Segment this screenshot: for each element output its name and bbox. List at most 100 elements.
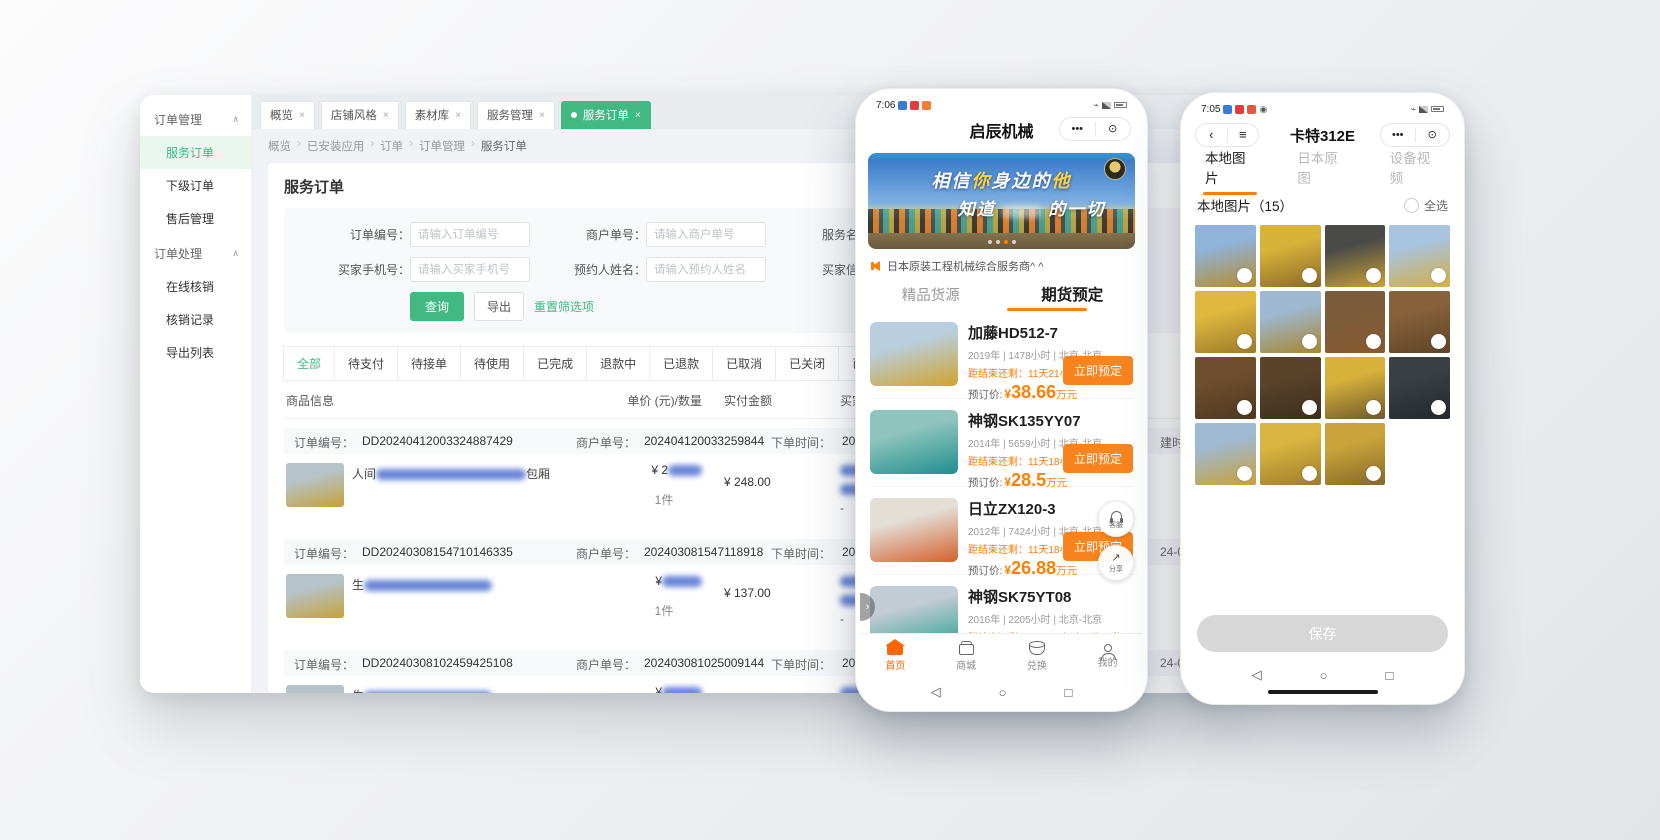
gallery-thumb[interactable] xyxy=(1389,291,1450,353)
select-circle-icon[interactable] xyxy=(1366,466,1381,481)
select-circle-icon[interactable] xyxy=(1366,334,1381,349)
gallery-thumb[interactable] xyxy=(1260,225,1321,287)
status-tab-closed[interactable]: 已关闭 xyxy=(775,346,839,381)
select-circle-icon[interactable] xyxy=(1302,466,1317,481)
tab-premium-stock[interactable]: 精品货源 xyxy=(860,284,1002,305)
status-tab-refunded[interactable]: 已退款 xyxy=(649,346,713,381)
tab-japan-originals[interactable]: 日本原图 xyxy=(1297,147,1347,191)
radio-icon[interactable] xyxy=(1404,198,1419,213)
product-card[interactable]: 加藤HD512-7 2019年 | 1478小时 | 北京-北京 距结束还剩：1… xyxy=(870,311,1133,399)
status-tab-done[interactable]: 已完成 xyxy=(523,346,587,381)
breadcrumb-item[interactable]: 订单管理 xyxy=(419,138,465,154)
exit-target-button[interactable]: ⊙ xyxy=(1416,124,1450,146)
book-now-button[interactable]: 立即预定 xyxy=(1063,444,1133,473)
tab-profile[interactable]: 我的 xyxy=(1072,643,1143,669)
gallery-thumb[interactable] xyxy=(1260,423,1321,485)
close-icon[interactable]: × xyxy=(299,110,305,121)
sidebar-group-order-mgmt[interactable]: 订单管理 ∧ xyxy=(140,101,251,136)
export-button[interactable]: 导出 xyxy=(474,292,524,321)
select-circle-icon[interactable] xyxy=(1366,268,1381,283)
tab-exchange[interactable]: 兑换 xyxy=(1002,639,1073,672)
gallery-thumb[interactable] xyxy=(1389,225,1450,287)
select-circle-icon[interactable] xyxy=(1237,466,1252,481)
select-circle-icon[interactable] xyxy=(1302,334,1317,349)
status-tab-unpaid[interactable]: 待支付 xyxy=(334,346,398,381)
exit-target-button[interactable]: ⊙ xyxy=(1096,118,1131,140)
sidebar-item-service-orders[interactable]: 服务订单 xyxy=(140,136,251,169)
status-tab-cancelled[interactable]: 已取消 xyxy=(712,346,776,381)
search-button[interactable]: 查询 xyxy=(410,292,464,321)
gallery-thumb[interactable] xyxy=(1195,225,1256,287)
gallery-thumb[interactable] xyxy=(1325,423,1386,485)
breadcrumb-item[interactable]: 概览 xyxy=(268,138,291,154)
gallery-thumb[interactable] xyxy=(1389,357,1450,419)
close-icon[interactable]: × xyxy=(539,110,545,121)
save-button[interactable]: 保存 xyxy=(1197,615,1448,652)
select-circle-icon[interactable] xyxy=(1302,268,1317,283)
tab-service-mgmt[interactable]: 服务管理× xyxy=(477,101,555,129)
booker-name-input[interactable] xyxy=(646,257,766,282)
tab-home[interactable]: 首页 xyxy=(860,639,931,672)
android-home-button[interactable]: ○ xyxy=(1320,668,1328,683)
sidebar-item-verify-records[interactable]: 核销记录 xyxy=(140,303,251,336)
hero-banner[interactable]: 相信你身边的他 知道 的一切 xyxy=(868,153,1135,249)
notice-bar[interactable]: 日本原装工程机械综合服务商^ ^ xyxy=(860,255,1143,277)
gallery-thumb[interactable] xyxy=(1195,291,1256,353)
gallery-thumb[interactable] xyxy=(1325,225,1386,287)
share-float[interactable]: ↗ 分享 xyxy=(1098,545,1134,581)
status-tab-refunding[interactable]: 退款中 xyxy=(586,346,650,381)
select-all-control[interactable]: 全选 xyxy=(1404,197,1448,214)
gallery-thumb[interactable] xyxy=(1195,423,1256,485)
gallery-thumb[interactable] xyxy=(1195,357,1256,419)
close-icon[interactable]: × xyxy=(455,110,461,121)
more-menu-button[interactable]: ••• xyxy=(1381,124,1415,146)
android-recents-button[interactable]: □ xyxy=(1065,685,1073,700)
customer-service-float[interactable]: 客服 xyxy=(1098,501,1134,537)
merchant-no-input[interactable] xyxy=(646,222,766,247)
buyer-phone-input[interactable] xyxy=(410,257,530,282)
android-home-button[interactable]: ○ xyxy=(999,685,1007,700)
status-tab-all[interactable]: 全部 xyxy=(283,346,335,381)
tab-device-videos[interactable]: 设备视频 xyxy=(1390,147,1440,191)
gallery-thumb[interactable] xyxy=(1260,291,1321,353)
product-card[interactable]: 神钢SK135YY07 2014年 | 5659小时 | 北京-北京 距结束还剩… xyxy=(870,399,1133,487)
breadcrumb-item[interactable]: 订单 xyxy=(380,138,403,154)
sidebar-item-export-list[interactable]: 导出列表 xyxy=(140,336,251,369)
gallery-thumb[interactable] xyxy=(1325,291,1386,353)
tab-shop-style[interactable]: 店铺风格× xyxy=(321,101,399,129)
tab-overview[interactable]: 概览× xyxy=(260,101,315,129)
product-card[interactable]: 神钢SK75YT08 2016年 | 2205小时 | 北京-北京 距结束还剩：… xyxy=(870,575,1133,633)
sidebar-item-online-verify[interactable]: 在线核销 xyxy=(140,270,251,303)
android-recents-button[interactable]: □ xyxy=(1386,668,1394,683)
breadcrumb-item[interactable]: 已安装应用 xyxy=(307,138,365,154)
android-back-button[interactable]: ◁ xyxy=(931,684,941,700)
reset-filters-link[interactable]: 重置筛选项 xyxy=(534,298,594,315)
tab-local-images[interactable]: 本地图片 xyxy=(1205,147,1255,191)
tab-service-orders[interactable]: 服务订单× xyxy=(561,101,651,129)
select-circle-icon[interactable] xyxy=(1431,400,1446,415)
select-circle-icon[interactable] xyxy=(1302,400,1317,415)
product-card[interactable]: 日立ZX120-3 2012年 | 7424小时 | 北京-北京 距结束还剩：1… xyxy=(870,487,1133,575)
sidebar-group-order-process[interactable]: 订单处理 ∧ xyxy=(140,235,251,270)
close-icon[interactable]: × xyxy=(635,110,641,121)
select-circle-icon[interactable] xyxy=(1431,334,1446,349)
gallery-thumb[interactable] xyxy=(1325,357,1386,419)
more-menu-button[interactable]: ••• xyxy=(1060,118,1095,140)
select-circle-icon[interactable] xyxy=(1237,334,1252,349)
select-circle-icon[interactable] xyxy=(1366,400,1381,415)
book-now-button[interactable]: 立即预定 xyxy=(1063,356,1133,385)
tab-material-lib[interactable]: 素材库× xyxy=(405,101,471,129)
select-circle-icon[interactable] xyxy=(1431,268,1446,283)
select-circle-icon[interactable] xyxy=(1237,268,1252,283)
gallery-thumb[interactable] xyxy=(1260,357,1321,419)
android-back-button[interactable]: ◁ xyxy=(1252,667,1262,683)
close-icon[interactable]: × xyxy=(383,110,389,121)
sidebar-item-aftersales[interactable]: 售后管理 xyxy=(140,202,251,235)
tab-mall[interactable]: 商城 xyxy=(931,640,1002,672)
status-tab-unused[interactable]: 待使用 xyxy=(460,346,524,381)
status-tab-pending[interactable]: 待接单 xyxy=(397,346,461,381)
tab-futures-booking[interactable]: 期货预定 xyxy=(1002,283,1144,305)
select-circle-icon[interactable] xyxy=(1237,400,1252,415)
sidebar-item-sub-orders[interactable]: 下级订单 xyxy=(140,169,251,202)
order-no-input[interactable] xyxy=(410,222,530,247)
